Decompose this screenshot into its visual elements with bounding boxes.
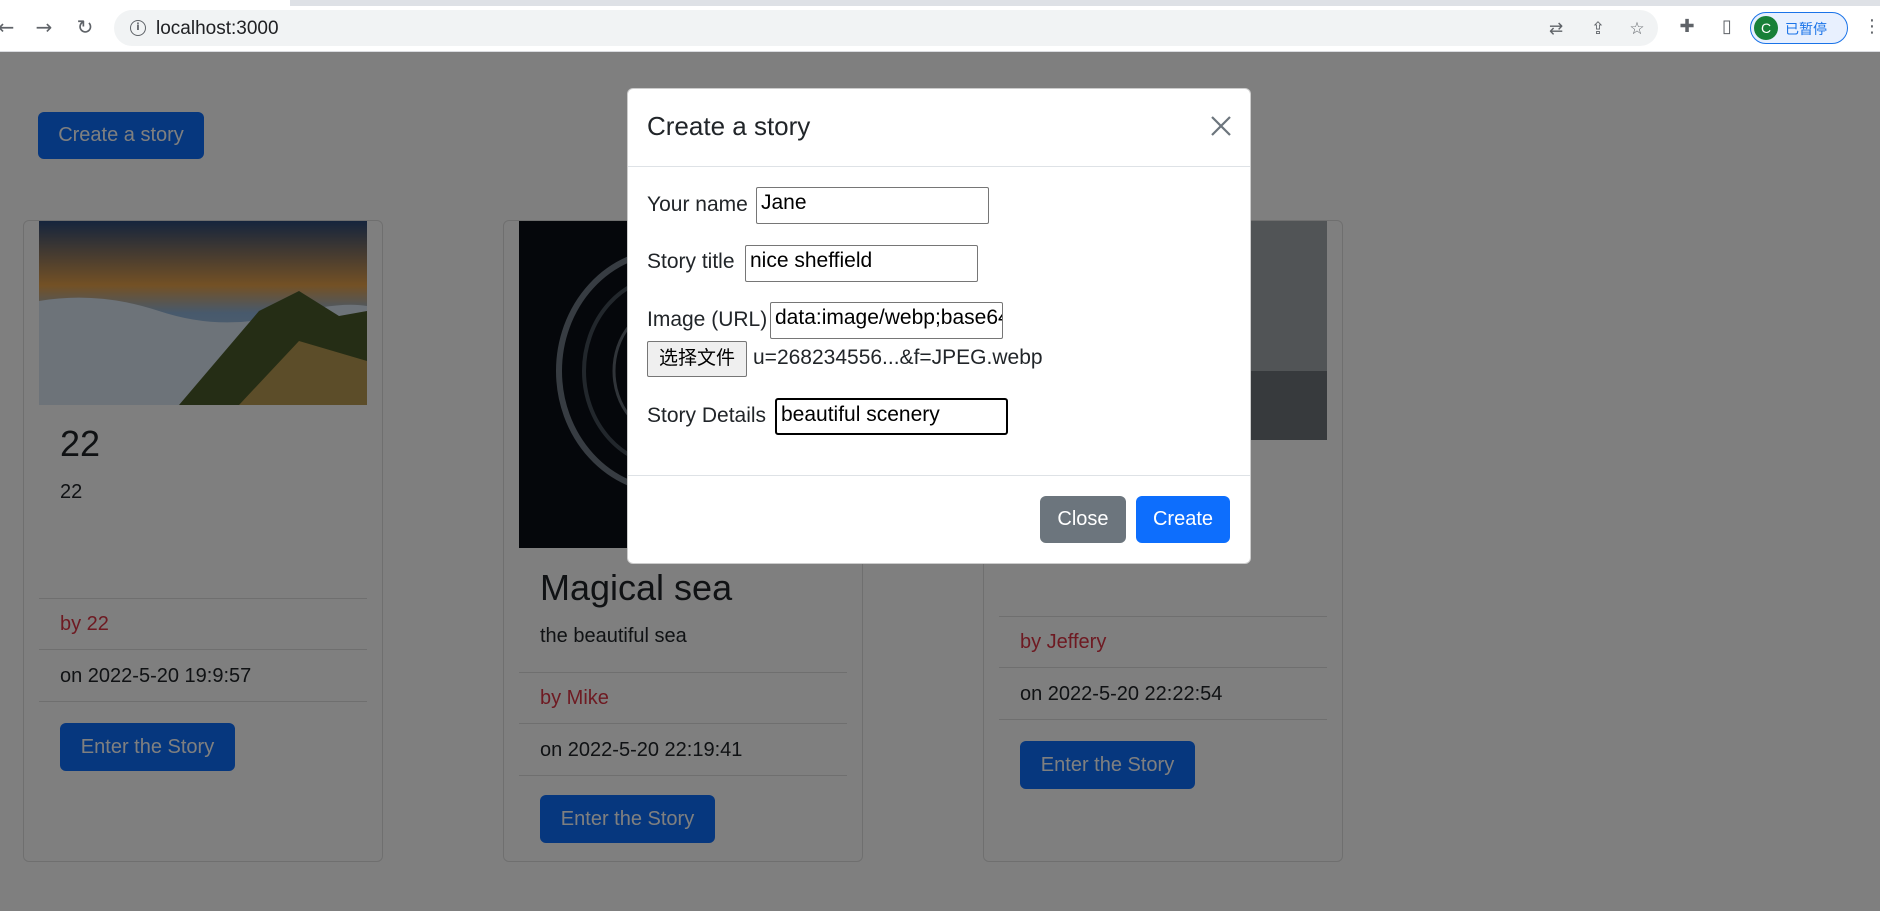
story-details-input[interactable]: beautiful scenery bbox=[775, 398, 1008, 435]
story-details-label: Story Details bbox=[647, 404, 767, 427]
tab-strip bbox=[290, 0, 1880, 6]
side-panel-icon[interactable]: ▯ bbox=[1715, 15, 1739, 39]
create-story-modal: Create a story Your name Jane Story titl… bbox=[627, 88, 1251, 564]
translate-icon[interactable]: ⇄ bbox=[1545, 18, 1567, 40]
url-text[interactable]: localhost:3000 bbox=[156, 18, 279, 40]
avatar: C bbox=[1754, 16, 1778, 40]
choose-file-button[interactable]: 选择文件 bbox=[647, 341, 747, 377]
forward-icon[interactable]: → bbox=[32, 15, 56, 39]
image-url-input[interactable]: data:image/webp;base64 bbox=[770, 302, 1003, 339]
modal-footer: Close Create bbox=[628, 475, 1250, 563]
back-icon[interactable]: ← bbox=[0, 15, 18, 39]
modal-header: Create a story bbox=[628, 89, 1250, 167]
story-title-input[interactable]: nice sheffield bbox=[745, 245, 978, 282]
close-icon[interactable] bbox=[1206, 111, 1236, 141]
image-url-label: Image (URL) bbox=[647, 308, 768, 331]
name-label: Your name bbox=[647, 193, 748, 216]
reload-icon[interactable]: ↻ bbox=[73, 15, 97, 39]
share-icon[interactable]: ⇪ bbox=[1587, 18, 1609, 40]
bookmark-star-icon[interactable]: ☆ bbox=[1626, 18, 1648, 40]
browser-toolbar: ← → ↻ i localhost:3000 ⇄ ⇪ ☆ ✚ ▯ C 已暂停 ⋮ bbox=[0, 0, 1880, 52]
menu-dots-icon[interactable]: ⋮ bbox=[1860, 15, 1880, 39]
close-button[interactable]: Close bbox=[1040, 496, 1126, 543]
modal-title: Create a story bbox=[647, 111, 811, 141]
address-bar[interactable]: i localhost:3000 ⇄ ⇪ ☆ bbox=[114, 10, 1658, 46]
profile-button[interactable]: C 已暂停 bbox=[1750, 12, 1848, 44]
site-info-icon[interactable]: i bbox=[130, 20, 146, 36]
name-input[interactable]: Jane bbox=[756, 187, 989, 224]
extensions-icon[interactable]: ✚ bbox=[1675, 15, 1699, 39]
story-title-label: Story title bbox=[647, 250, 735, 273]
selected-file-name: u=268234556...&f=JPEG.webp bbox=[753, 346, 1043, 369]
profile-status-label: 已暂停 bbox=[1785, 22, 1827, 38]
create-button[interactable]: Create bbox=[1136, 496, 1230, 543]
